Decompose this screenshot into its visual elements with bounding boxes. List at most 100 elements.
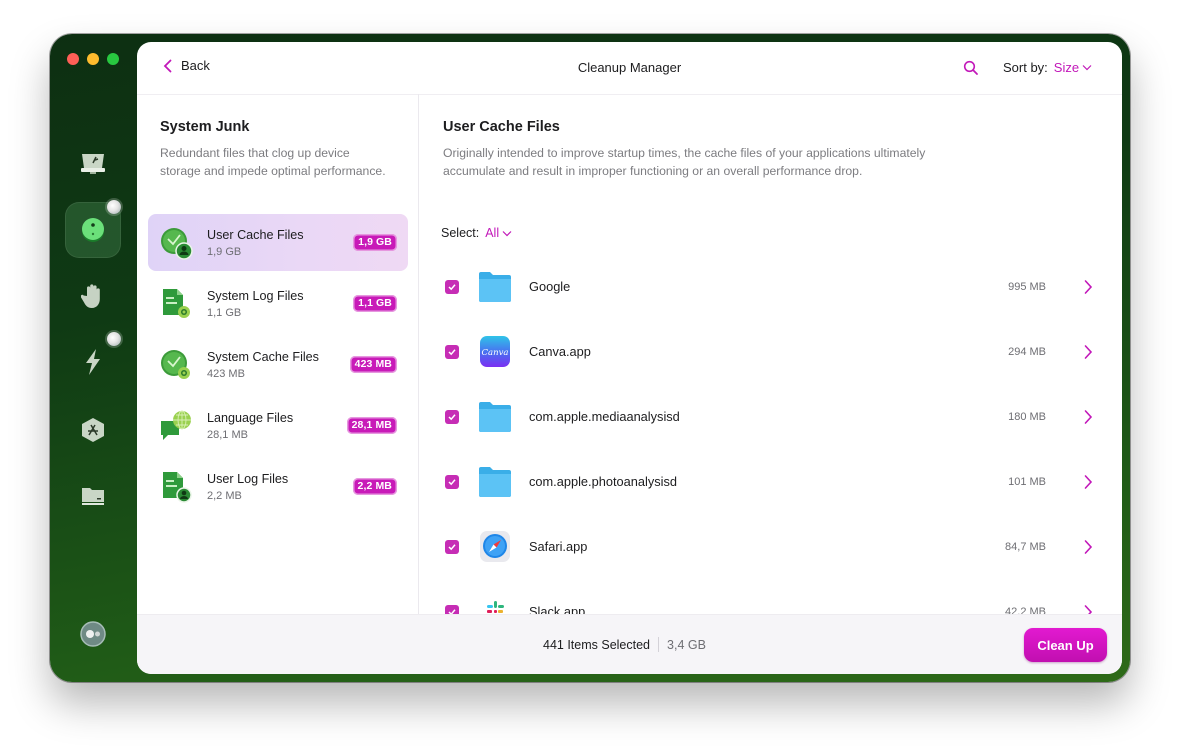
category-user-log-files[interactable]: User Log Files 2,2 MB 2,2 MB xyxy=(148,458,408,515)
sidebar-item-assistant[interactable] xyxy=(73,614,113,654)
category-label: User Cache Files xyxy=(207,228,304,242)
category-size-badge: 28,1 MB xyxy=(346,417,397,434)
protection-notification-dot xyxy=(107,200,121,214)
safari-app-icon xyxy=(480,531,510,562)
language-icon xyxy=(161,410,191,440)
slack-app-icon xyxy=(487,601,504,613)
footer-bar: 441 Items Selected 3,4 GB Clean Up xyxy=(137,614,1122,674)
item-checkbox[interactable] xyxy=(445,410,459,424)
category-size: 2,2 MB xyxy=(207,490,242,502)
checkmark-icon xyxy=(448,544,456,551)
checkmark-icon xyxy=(448,414,456,421)
item-checkbox[interactable] xyxy=(445,605,459,614)
sidebar-item-cleanup[interactable] xyxy=(73,144,113,184)
select-control: Select: All xyxy=(441,226,512,240)
item-name: Google xyxy=(529,279,571,294)
item-size: 42,2 MB xyxy=(1005,606,1046,614)
item-name: com.apple.mediaanalysisd xyxy=(529,409,680,424)
item-size: 995 MB xyxy=(1008,281,1046,293)
select-dropdown[interactable]: All xyxy=(485,226,512,240)
category-size-badge: 2,2 MB xyxy=(352,478,397,495)
items-section-title: User Cache Files xyxy=(443,119,560,135)
checkmark-icon xyxy=(448,479,456,486)
category-language-files[interactable]: Language Files 28,1 MB 28,1 MB xyxy=(148,397,408,454)
toolbar: Back Cleanup Manager Sort by: Size xyxy=(137,42,1122,94)
category-size-badge: 1,1 GB xyxy=(353,295,397,312)
file-row[interactable]: Canva Canva.app 294 MB xyxy=(419,321,1122,386)
item-name: Canva.app xyxy=(529,344,591,359)
user-cache-icon xyxy=(161,228,193,260)
chevron-right-icon[interactable] xyxy=(1083,474,1093,490)
item-name: Safari.app xyxy=(529,539,588,554)
speed-notification-dot xyxy=(107,332,121,346)
folder-icon xyxy=(479,402,511,432)
checkmark-icon xyxy=(448,349,456,356)
selected-count: 441 Items Selected xyxy=(543,637,651,652)
category-label: System Log Files xyxy=(207,289,304,303)
chevron-right-icon[interactable] xyxy=(1083,409,1093,425)
checkmark-icon xyxy=(448,284,456,291)
folder-icon xyxy=(479,272,511,302)
item-size: 101 MB xyxy=(1008,476,1046,488)
selected-total-size: 3,4 GB xyxy=(667,637,706,652)
selection-summary: 441 Items Selected 3,4 GB xyxy=(543,637,706,652)
canva-app-icon: Canva xyxy=(480,336,510,367)
item-checkbox[interactable] xyxy=(445,475,459,489)
item-size: 294 MB xyxy=(1008,346,1046,358)
protection-icon xyxy=(82,218,104,242)
chevron-down-icon xyxy=(502,230,512,236)
item-checkbox[interactable] xyxy=(445,345,459,359)
chevron-right-icon[interactable] xyxy=(1083,344,1093,360)
sidebar-item-applications[interactable] xyxy=(73,410,113,450)
sort-dropdown[interactable]: Size xyxy=(1054,60,1092,75)
sidebar-item-privacy[interactable] xyxy=(73,276,113,316)
system-cache-icon xyxy=(161,350,190,379)
sidebar-item-files[interactable] xyxy=(73,476,113,516)
category-size: 1,9 GB xyxy=(207,246,242,258)
category-section-title: System Junk xyxy=(160,119,250,135)
category-label: User Log Files xyxy=(207,472,289,486)
main-panel: Back Cleanup Manager Sort by: Size Syste… xyxy=(137,42,1122,674)
app-window: Back Cleanup Manager Sort by: Size Syste… xyxy=(50,34,1130,682)
assistant-icon xyxy=(80,621,106,647)
item-name: com.apple.photoanalysisd xyxy=(529,474,677,489)
chevron-right-icon[interactable] xyxy=(1083,539,1093,555)
category-size: 28,1 MB xyxy=(207,429,248,441)
category-system-log-files[interactable]: System Log Files 1,1 GB 1,1 GB xyxy=(148,275,408,332)
user-log-icon xyxy=(163,472,192,503)
category-label: System Cache Files xyxy=(207,350,319,364)
chevron-right-icon[interactable] xyxy=(1083,279,1093,295)
privacy-hand-icon xyxy=(81,284,100,308)
sort-value: Size xyxy=(1053,60,1080,75)
item-checkbox[interactable] xyxy=(445,540,459,554)
category-size-badge: 423 MB xyxy=(349,356,397,373)
speed-bolt-icon xyxy=(86,349,100,375)
file-row[interactable]: Slack.app 42,2 MB xyxy=(419,581,1122,614)
select-label: Select: xyxy=(441,226,480,240)
category-section-description: Redundant files that clog up device stor… xyxy=(160,146,386,178)
file-row[interactable]: com.apple.mediaanalysisd 180 MB xyxy=(419,386,1122,451)
category-size: 423 MB xyxy=(207,368,245,380)
checkmark-icon xyxy=(448,609,456,614)
sort-control: Sort by: Size xyxy=(1003,60,1092,75)
category-user-cache-files[interactable]: User Cache Files 1,9 GB 1,9 GB xyxy=(148,214,408,271)
items-section-description: Originally intended to improve startup t… xyxy=(443,146,926,178)
sidebar-item-speed[interactable] xyxy=(73,342,113,382)
canva-glyph: Canva xyxy=(482,348,509,358)
chevron-right-icon[interactable] xyxy=(1083,604,1093,614)
category-system-cache-files[interactable]: System Cache Files 423 MB 423 MB xyxy=(148,336,408,393)
file-row[interactable]: com.apple.photoanalysisd 101 MB xyxy=(419,451,1122,516)
category-label: Language Files xyxy=(207,411,294,425)
file-row[interactable]: Google 995 MB xyxy=(419,256,1122,321)
applications-icon xyxy=(82,418,104,442)
clean-up-button[interactable]: Clean Up xyxy=(1024,628,1107,662)
system-log-icon xyxy=(163,289,190,318)
search-icon[interactable] xyxy=(963,60,979,76)
item-name: Slack.app xyxy=(529,604,586,614)
item-checkbox[interactable] xyxy=(445,280,459,294)
category-size: 1,1 GB xyxy=(207,307,242,319)
file-row[interactable]: Safari.app 84,7 MB xyxy=(419,516,1122,581)
sort-label: Sort by: xyxy=(1003,60,1048,75)
folder-icon xyxy=(479,467,511,497)
category-panel: System Junk Redundant files that clog up… xyxy=(137,94,418,614)
